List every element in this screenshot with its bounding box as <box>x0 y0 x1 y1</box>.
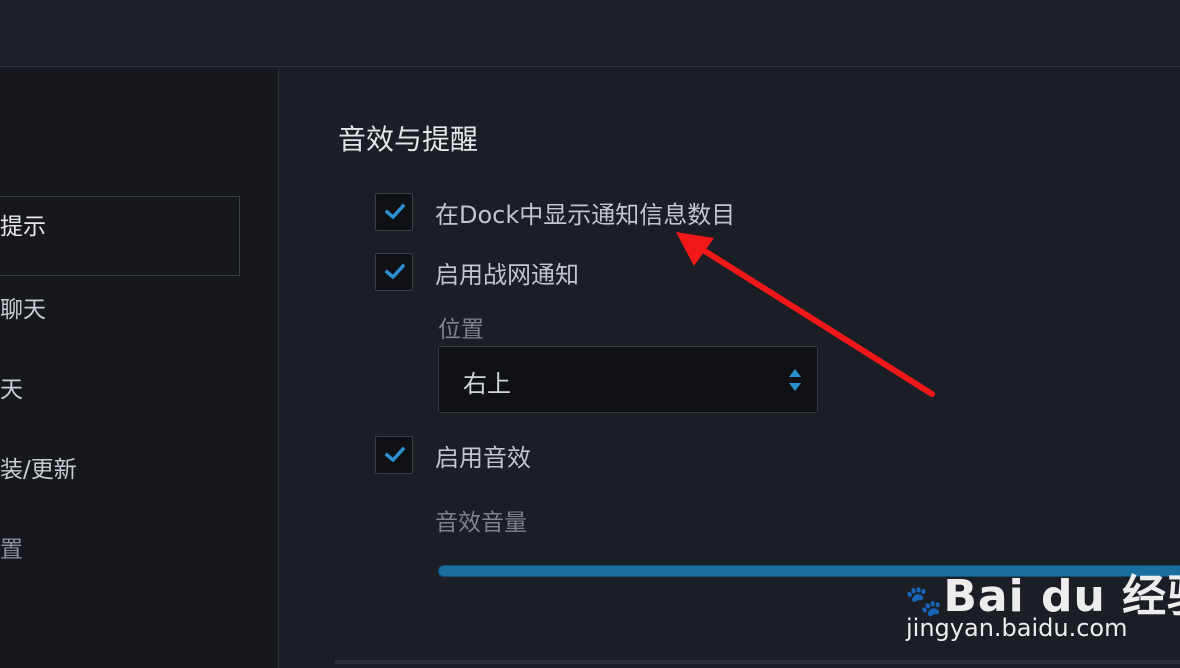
battlenet-notify-label: 启用战网通知 <box>435 261 579 289</box>
title-bar <box>0 0 1180 67</box>
section-title: 音效与提醒 <box>338 123 479 156</box>
sidebar-item-chat[interactable]: 聊天 <box>0 280 240 360</box>
volume-label: 音效音量 <box>435 510 527 536</box>
sidebar-item-label: 聊天 <box>0 297 46 323</box>
check-icon <box>385 446 405 463</box>
position-select[interactable]: 右上 <box>438 346 818 413</box>
option-dock-badge[interactable]: 在Dock中显示通知信息数目 <box>375 193 1075 231</box>
sidebar-item-install-update[interactable]: 装/更新 <box>0 440 240 520</box>
sidebar-item-label: 置 <box>0 537 23 563</box>
option-battlenet-notify[interactable]: 启用战网通知 <box>375 253 1075 291</box>
sidebar-item-notifications[interactable]: 提示 <box>0 196 240 276</box>
sidebar-item-chat-2[interactable]: 天 <box>0 360 240 440</box>
option-sound[interactable]: 启用音效 <box>375 436 1075 474</box>
dock-badge-checkbox[interactable] <box>375 193 413 231</box>
sidebar: 提示 聊天 天 装/更新 置 <box>0 68 279 668</box>
battlenet-notify-checkbox[interactable] <box>375 253 413 291</box>
divider <box>335 660 1180 664</box>
watermark-url: jingyan.baidu.com <box>906 614 1128 642</box>
position-label: 位置 <box>438 317 484 343</box>
sidebar-item-label: 提示 <box>0 214 46 240</box>
sidebar-item-settings[interactable]: 置 <box>0 520 240 600</box>
check-icon <box>385 263 405 280</box>
sound-label: 启用音效 <box>435 444 531 472</box>
sidebar-item-label: 天 <box>0 377 23 403</box>
sound-checkbox[interactable] <box>375 436 413 474</box>
position-select-value: 右上 <box>463 370 511 398</box>
dock-badge-label: 在Dock中显示通知信息数目 <box>435 201 736 229</box>
check-icon <box>385 203 405 220</box>
up-down-arrows-icon <box>789 369 801 391</box>
sidebar-item-label: 装/更新 <box>0 457 77 483</box>
